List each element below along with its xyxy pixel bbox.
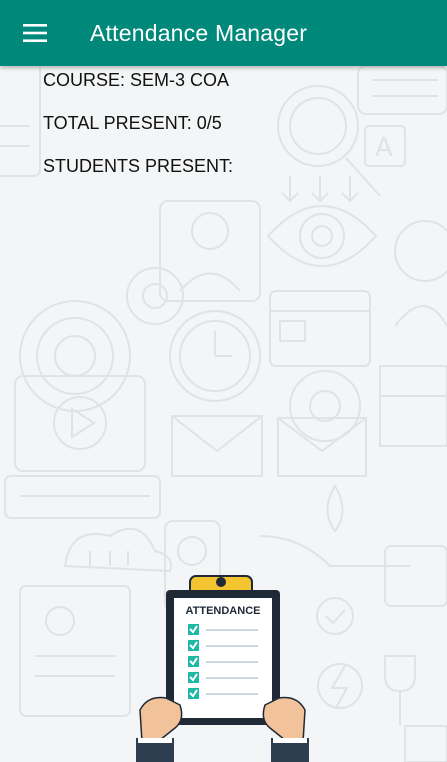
app-bar: Attendance Manager xyxy=(0,0,447,66)
clipboard-title: ATTENDANCE xyxy=(186,605,261,617)
svg-text:A: A xyxy=(375,133,393,163)
hamburger-menu-icon xyxy=(23,24,47,42)
total-present-label: TOTAL PRESENT: 0/5 xyxy=(43,113,222,133)
app-title: Attendance Manager xyxy=(90,19,308,46)
menu-button[interactable] xyxy=(0,0,70,66)
course-label: COURSE: SEM-3 COA xyxy=(43,70,230,90)
attendance-clipboard-illustration: ATTENDANCE xyxy=(136,575,309,762)
students-present-label: STUDENTS PRESENT: xyxy=(43,156,234,176)
